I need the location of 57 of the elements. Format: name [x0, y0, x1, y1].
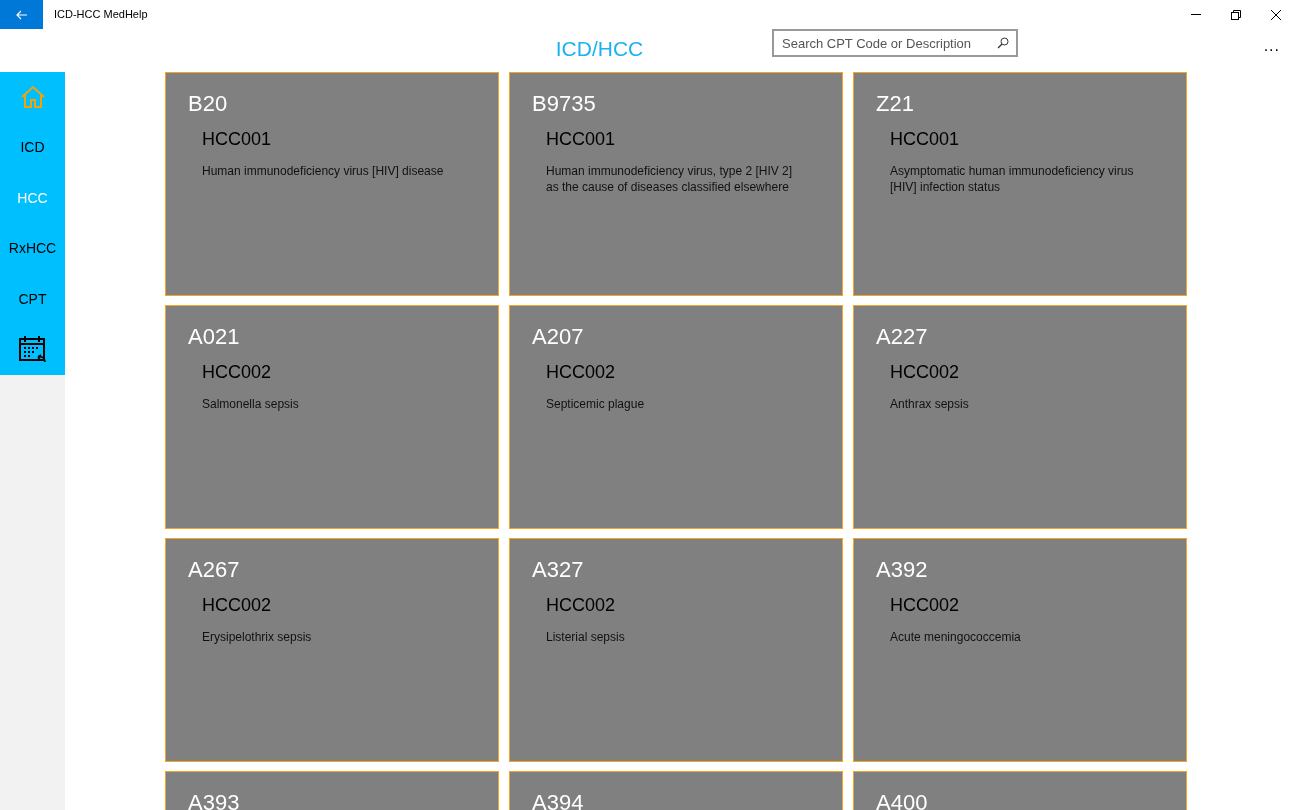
hcc-code: HCC002 [202, 595, 273, 617]
hcc-code: HCC002 [202, 362, 273, 384]
code-card[interactable]: A392 HCC002 Acute meningococcemia [853, 538, 1187, 762]
code-card[interactable]: A393 [165, 771, 499, 810]
back-arrow-icon [15, 9, 28, 20]
hcc-code: HCC001 [890, 129, 961, 151]
nav-item[interactable]: CPT [0, 274, 65, 325]
nav-item[interactable]: RxHCC [0, 223, 65, 274]
code-description: Human immunodeficiency virus, type 2 [HIV 2] as the cause of diseases classified elsewhere [546, 163, 794, 195]
page-title: ICD/HCC [555, 36, 644, 62]
code-card[interactable]: A227 HCC002 Anthrax sepsis [853, 305, 1187, 529]
icd-code: B9735 [532, 91, 597, 118]
back-button[interactable] [0, 0, 43, 29]
search-field[interactable]: Search CPT Code or Description [772, 29, 1018, 57]
icd-code: B20 [188, 91, 229, 118]
code-card[interactable]: A400 [853, 771, 1187, 810]
home-icon [19, 85, 46, 110]
code-card[interactable]: A327 HCC002 Listerial sepsis [509, 538, 843, 762]
code-card[interactable]: B20 HCC001 Human immunodeficiency virus [HIV] disease [165, 72, 499, 296]
icd-code: A207 [532, 324, 585, 351]
code-description: Anthrax sepsis [890, 396, 970, 412]
hcc-code: HCC001 [546, 129, 617, 151]
code-description: Salmonella sepsis [202, 396, 300, 412]
code-description: Human immunodeficiency virus [HIV] disease [202, 163, 445, 179]
code-card[interactable]: A207 HCC002 Septicemic plague [509, 305, 843, 529]
icd-code: Z21 [876, 91, 915, 118]
code-description: Erysipelothrix sepsis [202, 629, 313, 645]
hcc-code: HCC001 [202, 129, 273, 151]
code-description: Asymptomatic human immunodeficiency virus [HIV] infection status [890, 163, 1135, 195]
icd-code: A021 [188, 324, 241, 351]
icd-code: A227 [876, 324, 929, 351]
hcc-code: HCC002 [546, 595, 617, 617]
code-description: Acute meningococcemia [890, 629, 1022, 645]
restore-icon [1231, 9, 1241, 20]
icd-code: A393 [188, 790, 241, 810]
icd-code: A400 [876, 790, 929, 810]
code-card[interactable]: B9735 HCC001 Human immunodeficiency virus, type 2 [HIV 2] as the cause of diseases classified elsewhere [509, 72, 843, 296]
icd-code: A392 [876, 557, 929, 584]
more-button[interactable]: ... [1257, 33, 1286, 59]
nav-item[interactable]: ICD [0, 122, 65, 173]
minimize-icon [1191, 14, 1201, 15]
hcc-code: HCC002 [890, 595, 961, 617]
close-icon [1271, 9, 1281, 20]
code-card[interactable]: A021 HCC002 Salmonella sepsis [165, 305, 499, 529]
icd-code: A394 [532, 790, 585, 810]
hcc-code: HCC002 [546, 362, 617, 384]
code-description: Listerial sepsis [546, 629, 626, 645]
code-card[interactable]: A394 [509, 771, 843, 810]
window-title: ICD-HCC MedHelp [54, 7, 148, 23]
calendar-icon [18, 335, 47, 364]
code-card[interactable]: Z21 HCC001 Asymptomatic human immunodeficiency virus [HIV] infection status [853, 72, 1187, 296]
icd-code: A327 [532, 557, 585, 584]
search-icon [997, 37, 1009, 49]
code-description: Septicemic plague [546, 396, 646, 412]
hcc-code: HCC002 [890, 362, 961, 384]
code-card[interactable]: A267 HCC002 Erysipelothrix sepsis [165, 538, 499, 762]
icd-code: A267 [188, 557, 241, 584]
